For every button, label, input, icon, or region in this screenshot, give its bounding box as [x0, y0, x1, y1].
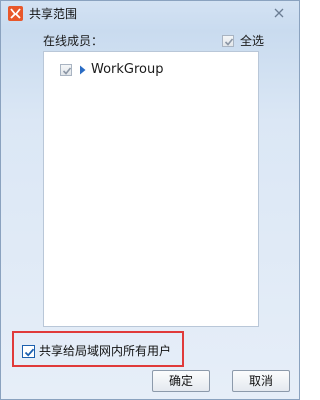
members-tree: WorkGroup	[43, 51, 259, 327]
select-all-checkbox[interactable]: 全选	[222, 33, 264, 49]
select-all-label: 全选	[240, 34, 265, 48]
online-members-label: 在线成员：	[43, 34, 104, 48]
close-icon[interactable]	[272, 6, 286, 20]
tree-node-label: WorkGroup	[91, 62, 164, 77]
ok-button[interactable]: 确定	[152, 370, 210, 392]
window-title: 共享范围	[29, 7, 78, 21]
share-lan-label: 共享给局域网内所有用户	[39, 344, 172, 358]
expand-arrow-icon[interactable]	[79, 65, 87, 75]
tree-node-workgroup[interactable]: WorkGroup	[60, 62, 164, 78]
select-all-check-icon[interactable]	[222, 35, 234, 47]
share-lan-check-icon[interactable]	[22, 344, 35, 358]
share-lan-highlight: 共享给局域网内所有用户	[12, 331, 184, 367]
app-logo-icon	[8, 6, 23, 21]
cancel-button[interactable]: 取消	[232, 370, 290, 392]
share-scope-dialog: 共享范围 在线成员： 全选 WorkGroup 共享给局域网内所有用户 确定 取…	[0, 0, 300, 400]
workgroup-check-icon[interactable]	[60, 64, 72, 76]
title-bar: 共享范围	[1, 1, 299, 27]
share-lan-checkbox[interactable]: 共享给局域网内所有用户	[22, 343, 171, 359]
